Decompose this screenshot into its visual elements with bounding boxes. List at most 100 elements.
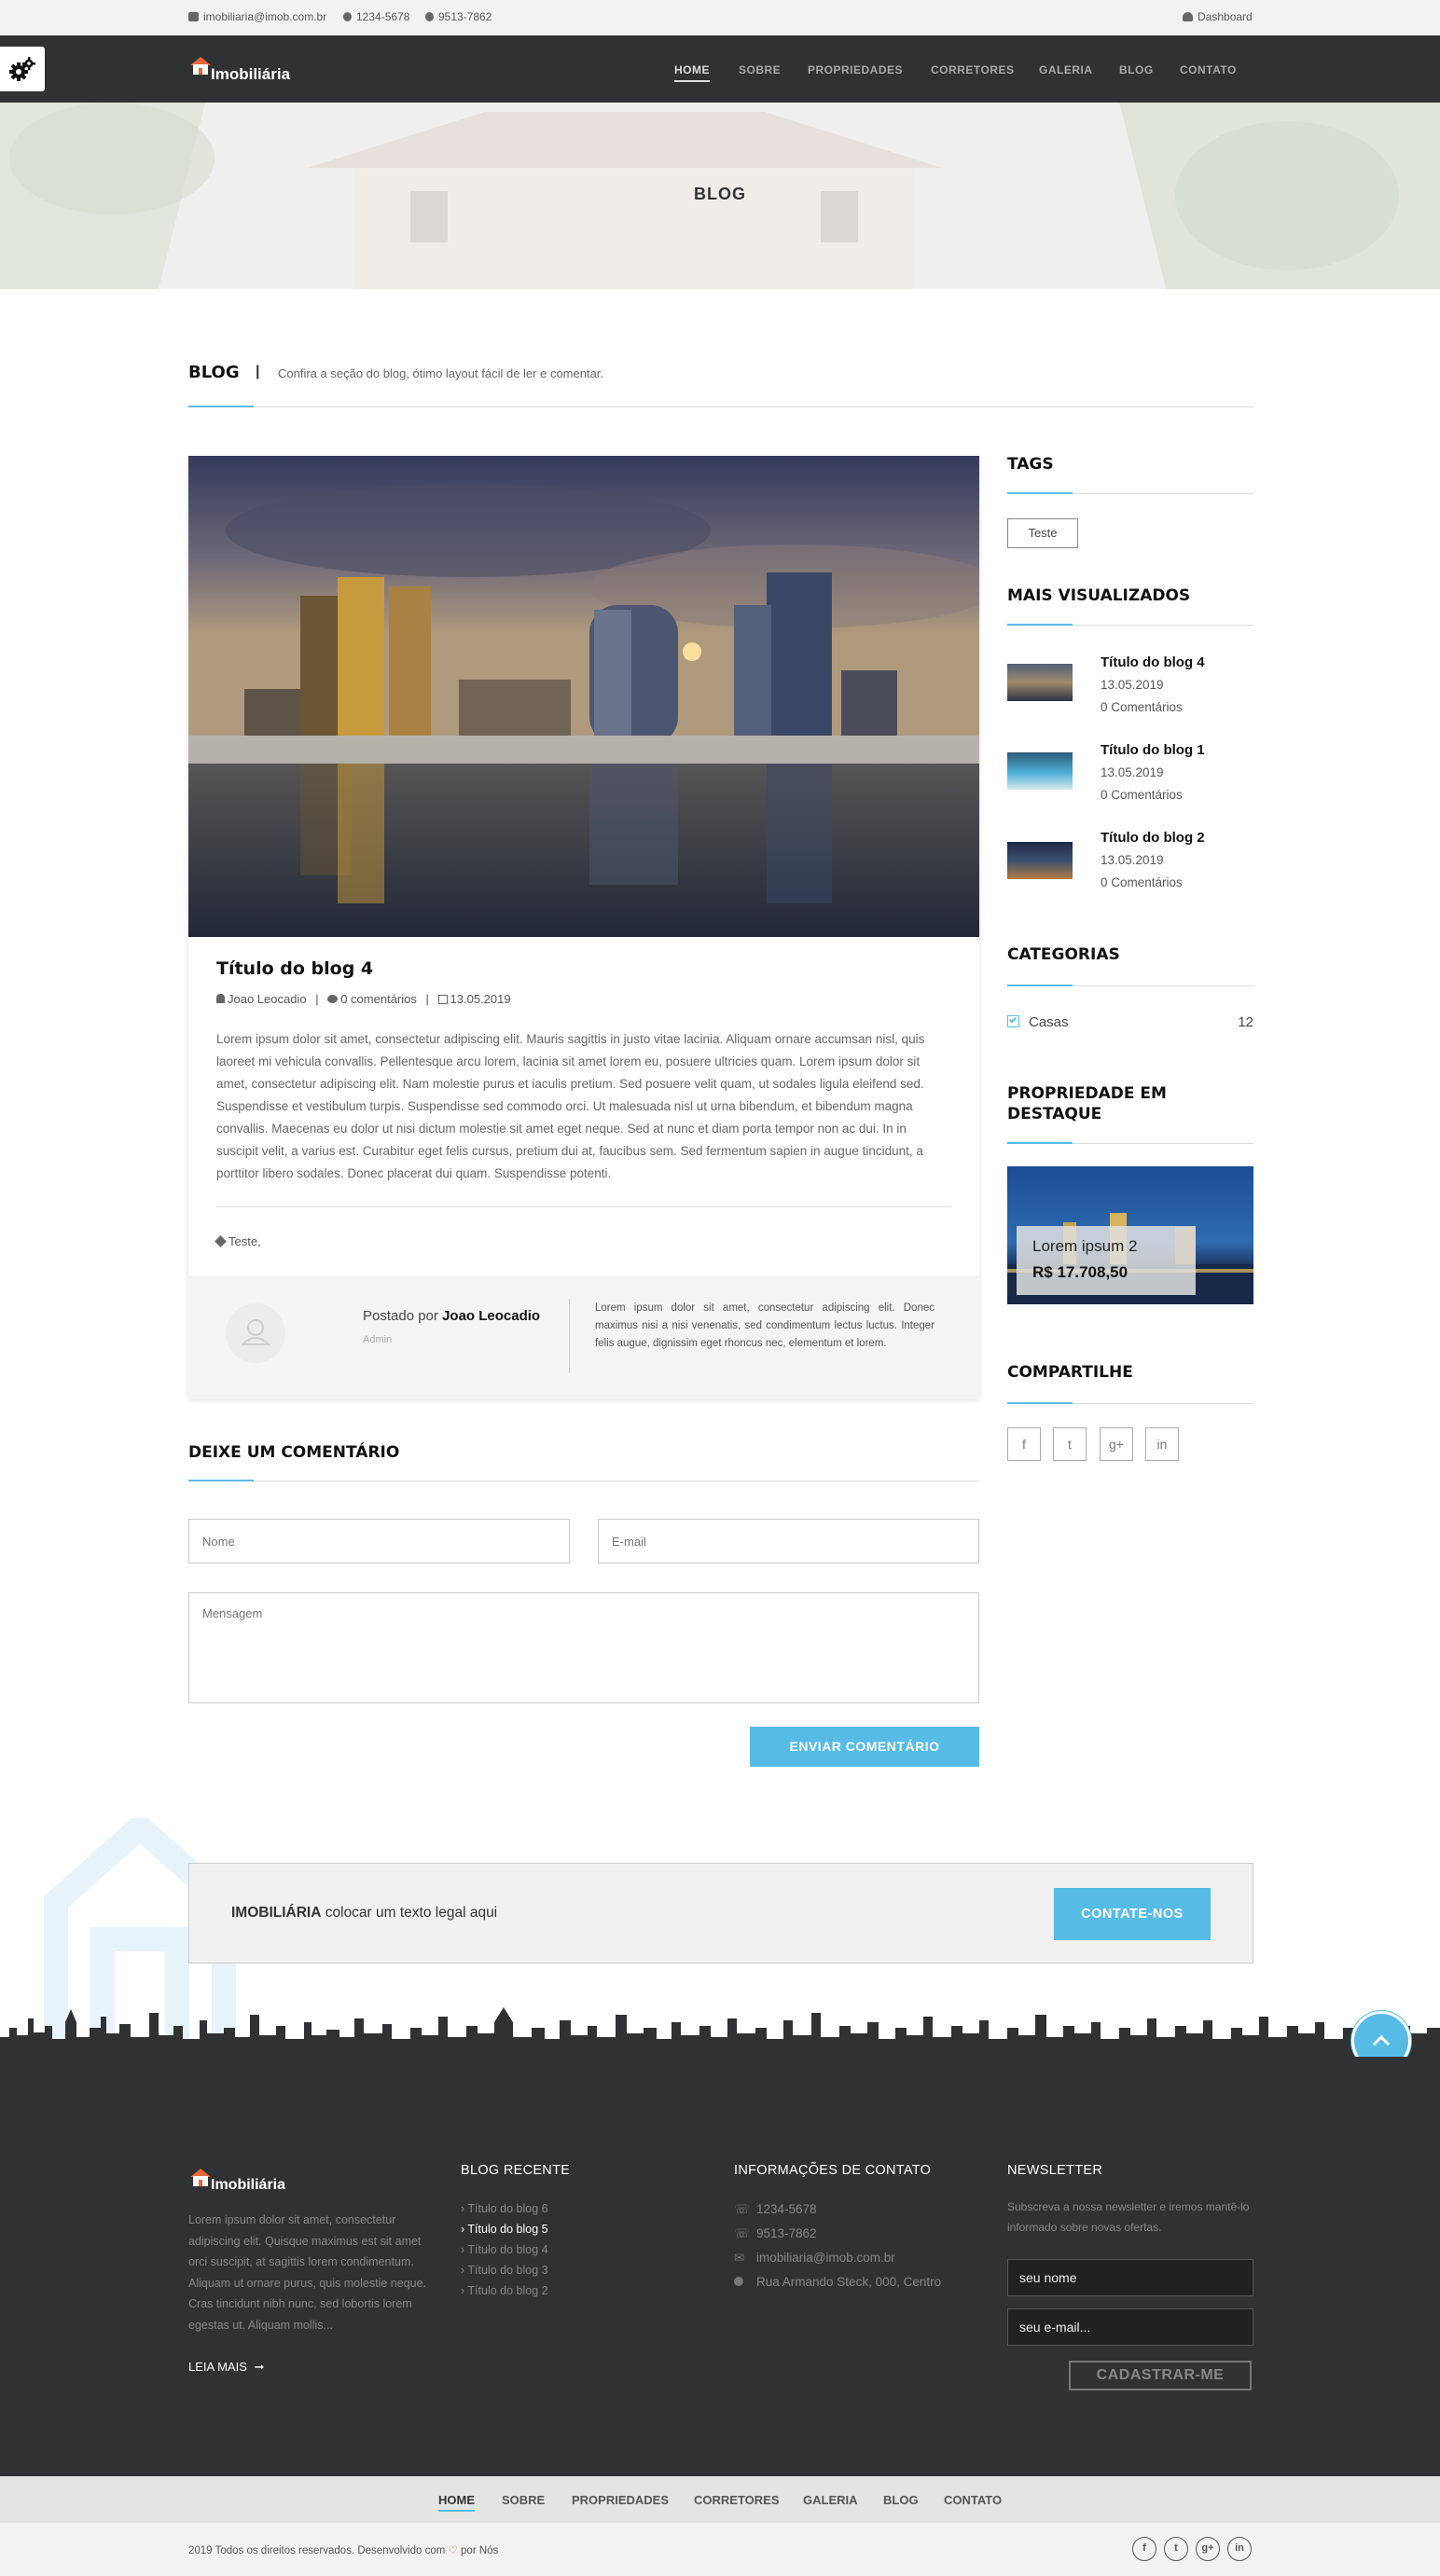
newsletter-email-input[interactable]: seu e-mail... — [1007, 2308, 1253, 2346]
author-divider — [569, 1299, 570, 1373]
footer-about: Lorem ipsum dolor sit amet, consectetur … — [188, 2213, 427, 2332]
recent-blog-link[interactable]: › Título do blog 5 — [461, 2223, 548, 2236]
name-field[interactable] — [188, 1519, 570, 1564]
linkedin-share-icon[interactable]: in — [1145, 1427, 1179, 1461]
recent-blog-link[interactable]: › Título do blog 4 — [461, 2243, 548, 2256]
most-viewed-title-link[interactable]: Título do blog 4 — [1101, 654, 1205, 670]
comment-accent-line — [188, 1480, 254, 1481]
post-author[interactable]: Joao Leocadio — [228, 992, 307, 1006]
featured-price: R$ 17.708,50 — [1032, 1263, 1128, 1281]
footer-nav-propriedades[interactable]: PROPRIEDADES — [572, 2493, 669, 2507]
post-body: Lorem ipsum dolor sit amet, consectetur … — [216, 1032, 925, 1180]
check-square-icon — [1007, 1015, 1019, 1027]
message-field[interactable] — [188, 1592, 979, 1703]
google-plus-icon[interactable]: g+ — [1196, 2537, 1220, 2561]
tag-icon — [215, 1235, 227, 1247]
footer: Imobiliária Lorem ipsum dolor sit amet, … — [0, 2057, 1440, 2476]
newsletter-text: Subscreva a nossa newsletter e iremos ma… — [1007, 2200, 1250, 2234]
posted-by-author[interactable]: Joao Leocadio — [442, 1308, 540, 1324]
most-viewed-date: 13.05.2019 — [1101, 678, 1164, 692]
most-viewed-date: 13.05.2019 — [1101, 765, 1164, 779]
posted-by: Postado por Joao Leocadio — [363, 1308, 541, 1324]
footer-nav-galeria[interactable]: GALERIA — [803, 2493, 858, 2507]
contact-us-button[interactable]: CONTATE-NOS — [1054, 1888, 1211, 1940]
dashboard-link[interactable]: Dashboard — [1183, 10, 1253, 23]
most-viewed-title-link[interactable]: Título do blog 1 — [1101, 742, 1205, 758]
topbar-email[interactable]: imobiliaria@imob.com.br — [188, 10, 326, 23]
post-comments-count[interactable]: 0 comentários — [340, 992, 417, 1006]
house-logo-icon — [190, 2169, 211, 2186]
chevron-right-icon: › — [461, 2243, 465, 2256]
facebook-icon[interactable]: f — [1132, 2537, 1156, 2561]
nav-propriedades[interactable]: PROPRIEDADES — [808, 63, 903, 76]
most-viewed-thumb[interactable] — [1007, 842, 1073, 879]
post-divider — [216, 1206, 951, 1207]
footer-nav-home[interactable]: HOME — [438, 2493, 475, 2512]
recent-blog-link[interactable]: › Título do blog 3 — [461, 2264, 548, 2277]
cta-brand: IMOBILIÁRIA — [231, 1905, 322, 1921]
most-viewed-thumb[interactable] — [1007, 664, 1073, 701]
copyright-bar: 2019 Todos os direitos reservados. Desen… — [0, 2523, 1440, 2576]
submit-comment-button[interactable]: ENVIAR COMENTÁRIO — [750, 1727, 979, 1767]
post-title[interactable]: Título do blog 4 — [216, 958, 373, 979]
chevron-right-icon: › — [461, 2202, 465, 2215]
author-role: Admin — [363, 1334, 393, 1345]
most-viewed-title-link[interactable]: Título do blog 2 — [1101, 830, 1205, 846]
post-date: 13.05.2019 — [450, 992, 511, 1006]
footer-phone2: ☏ 9513-7862 — [734, 2226, 817, 2240]
newsletter-name-input[interactable]: seu nome — [1007, 2259, 1253, 2296]
nav-contato[interactable]: CONTATO — [1180, 63, 1237, 76]
topbar-phone1: 1234-5678 — [343, 10, 409, 23]
share-accent-line — [1007, 1402, 1073, 1404]
contact-info-title: INFORMAÇÕES DE CONTATO — [734, 2163, 932, 2178]
category-casas[interactable]: Casas 12 — [1007, 1014, 1253, 1030]
recent-blog-link[interactable]: › Título do blog 2 — [461, 2284, 548, 2297]
comment-icon — [327, 995, 339, 1003]
categories-accent-line — [1007, 985, 1073, 986]
footer-nav-blog[interactable]: BLOG — [883, 2493, 919, 2507]
most-viewed-title: MAIS VISUALIZADOS — [1007, 586, 1191, 605]
email-field[interactable] — [598, 1519, 979, 1564]
nav-home[interactable]: HOME — [674, 63, 710, 82]
footer-nav-contato[interactable]: CONTATO — [944, 2493, 1002, 2507]
google-plus-share-icon[interactable]: g+ — [1100, 1427, 1133, 1461]
meta-separator: | — [425, 992, 429, 1006]
section-subtitle: Confira a seção do blog, ótimo layout fá… — [278, 366, 604, 380]
tags-accent-line — [1007, 492, 1073, 494]
facebook-share-icon[interactable]: f — [1007, 1427, 1041, 1461]
user-placeholder-icon — [240, 1319, 271, 1345]
footer-nav: HOME SOBRE PROPRIEDADES CORRETORES GALER… — [0, 2476, 1440, 2523]
footer-nav-corretores[interactable]: CORRETORES — [694, 2493, 780, 2507]
featured-property-card[interactable]: Lorem ipsum 2 R$ 17.708,50 — [1007, 1166, 1253, 1304]
footer-logo[interactable]: Imobiliária — [188, 2167, 319, 2198]
post-tag-link[interactable]: Teste, — [228, 1234, 261, 1248]
nav-galeria[interactable]: GALERIA — [1039, 63, 1093, 76]
settings-toggle[interactable] — [0, 47, 45, 91]
phone-icon: ☏ — [734, 2226, 750, 2240]
footer-nav-sobre[interactable]: SOBRE — [502, 2493, 545, 2507]
most-viewed-thumb[interactable] — [1007, 752, 1073, 790]
nav-sobre[interactable]: SOBRE — [739, 63, 781, 76]
recent-blog-link[interactable]: › Título do blog 6 — [461, 2202, 548, 2215]
category-count: 12 — [1238, 1014, 1253, 1030]
tag-teste[interactable]: Teste — [1007, 518, 1078, 548]
section-accent-line — [188, 406, 254, 407]
linkedin-icon[interactable]: in — [1227, 2537, 1252, 2561]
post-image — [188, 456, 979, 937]
subscribe-button[interactable]: CADASTRAR-ME — [1069, 2361, 1252, 2390]
user-icon — [216, 994, 225, 1003]
twitter-share-icon[interactable]: t — [1053, 1427, 1087, 1461]
footer-email[interactable]: ✉ imobiliaria@imob.com.br — [734, 2251, 895, 2266]
nav-blog[interactable]: BLOG — [1119, 63, 1154, 76]
arrow-right-icon: ➞ — [254, 2360, 265, 2374]
avatar — [226, 1303, 285, 1363]
chevron-right-icon: › — [461, 2264, 465, 2277]
read-more-link[interactable]: LEIA MAIS ➞ — [188, 2360, 264, 2375]
chevron-right-icon: › — [461, 2284, 465, 2297]
nav-corretores[interactable]: CORRETORES — [931, 63, 1014, 76]
footer-phone1: ☏ 1234-5678 — [734, 2202, 817, 2216]
twitter-icon[interactable]: t — [1164, 2537, 1188, 2561]
most-viewed-accent-line — [1007, 624, 1073, 626]
most-viewed-comments: 0 Comentários — [1101, 700, 1183, 714]
logo[interactable]: Imobiliária — [188, 53, 319, 85]
